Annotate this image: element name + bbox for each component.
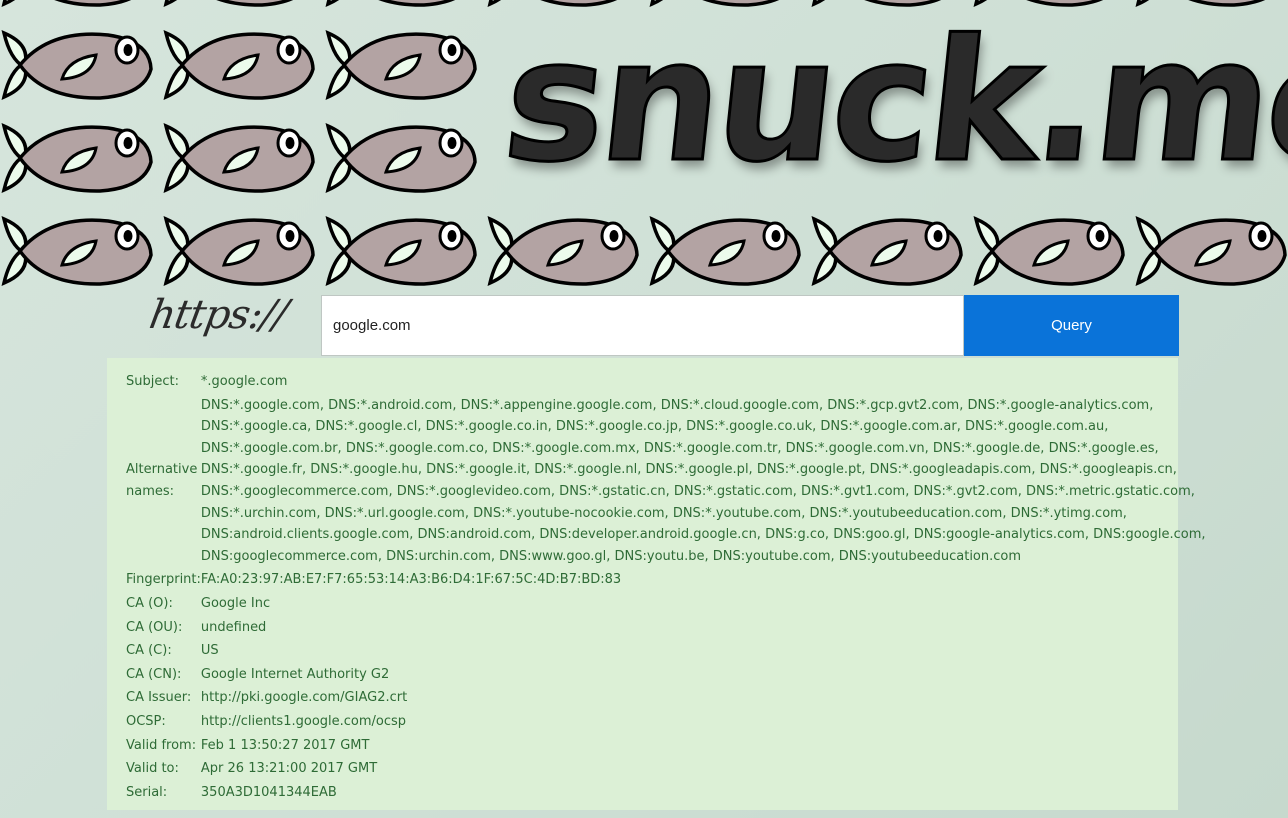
valid-to-value: Apr 26 13:21:00 2017 GMT: [200, 761, 378, 777]
valid-to-label: Valid to:: [126, 761, 179, 777]
alt-names-value: DNS:*.google.com, DNS:*.android.com, DNS…: [201, 394, 1206, 569]
ca-c-value: US: [200, 643, 219, 659]
fish-icon: [488, 217, 639, 286]
ocsp-label: OCSP:: [126, 713, 166, 729]
valid-to-row: Valid to: Apr 26 13:21:00 2017 GMT: [126, 757, 1206, 781]
fish-icon: [2, 217, 153, 286]
valid-from-label: Valid from:: [126, 737, 197, 753]
certificate-panel: Subject: *.google.com Alternative names:…: [107, 358, 1206, 810]
fish-icon: [2, 124, 153, 193]
alt-names-line: DNS:*.urchin.com, DNS:*.url.google.com, …: [200, 505, 1127, 521]
alt-names-label: Alternative names:: [126, 462, 198, 499]
fish-icon: [326, 124, 477, 193]
serial-label: Serial:: [126, 784, 168, 800]
valid-from-row: Valid from: Feb 1 13:50:27 2017 GMT: [126, 734, 1206, 758]
ca-issuer-row: CA Issuer: http://pki.google.com/GIAG2.c…: [126, 686, 1206, 710]
fish-icon: [164, 124, 315, 193]
ca-o-label: CA (O):: [126, 595, 173, 611]
fingerprint-label: Fingerprint:: [126, 572, 201, 588]
valid-from-value: Feb 1 13:50:27 2017 GMT: [200, 737, 370, 753]
fish-icon: [2, 31, 153, 100]
fish-icon: [974, 217, 1125, 286]
fish-icon: [1136, 217, 1287, 286]
alt-names-line: DNS:android.clients.google.com, DNS:andr…: [200, 527, 1206, 543]
fingerprint-row: Fingerprint: FA:A0:23:97:AB:E7:F7:65:53:…: [126, 568, 1206, 592]
fish-icon: [326, 0, 477, 7]
alt-names-line: DNS:*.google.fr, DNS:*.google.hu, DNS:*.…: [200, 462, 1177, 478]
protocol-label: https://: [145, 292, 291, 338]
certificate-table: Subject: *.google.com Alternative names:…: [126, 370, 1206, 804]
ca-issuer-value: http://pki.google.com/GIAG2.crt: [200, 690, 408, 706]
ca-ou-row: CA (OU): undefined: [126, 616, 1206, 640]
fish-banner: snuck.me: [0, 0, 1288, 292]
fish-icon: [812, 217, 963, 286]
query-button[interactable]: Query: [964, 295, 1179, 356]
ca-cn-label: CA (CN):: [126, 666, 182, 682]
fish-icon: [164, 217, 315, 286]
subject-row: Subject: *.google.com: [126, 370, 1206, 394]
ocsp-row: OCSP: http://clients1.google.com/ocsp: [126, 710, 1206, 734]
fish-icon: [326, 217, 477, 286]
fingerprint-value: FA:A0:23:97:AB:E7:F7:65:53:14:A3:B6:D4:1…: [200, 572, 622, 588]
ca-ou-label: CA (OU):: [126, 619, 183, 635]
fish-icon: [650, 217, 801, 286]
ca-o-value: Google Inc: [200, 595, 271, 611]
fish-icon: [326, 31, 477, 100]
fish-icon: [164, 31, 315, 100]
ca-ou-value: undefined: [200, 619, 267, 635]
ca-c-label: CA (C):: [126, 643, 172, 659]
serial-row: Serial: 350A3D1041344EAB: [126, 781, 1206, 805]
alt-names-row: Alternative names: DNS:*.google.com, DNS…: [126, 394, 1206, 569]
alt-names-line: DNS:*.google.com, DNS:*.android.com, DNS…: [200, 397, 1154, 413]
alt-names-line: DNS:*.google.ca, DNS:*.google.cl, DNS:*.…: [200, 419, 1109, 435]
serial-value: 350A3D1041344EAB: [200, 784, 337, 800]
ca-cn-value: Google Internet Authority G2: [200, 666, 390, 682]
subject-label: Subject:: [126, 374, 179, 389]
alt-names-line: DNS:*.google.com.br, DNS:*.google.com.co…: [200, 440, 1159, 456]
alt-names-line: DNS:googlecommerce.com, DNS:urchin.com, …: [200, 548, 1022, 564]
subject-value: *.google.com: [200, 374, 288, 389]
site-logo[interactable]: snuck.me: [494, 2, 1288, 201]
ca-o-row: CA (O): Google Inc: [126, 592, 1206, 616]
alt-names-line: DNS:*.googlecommerce.com, DNS:*.googlevi…: [200, 483, 1195, 499]
ca-issuer-label: CA Issuer:: [126, 690, 192, 706]
fish-icon: [2, 0, 153, 7]
ca-c-row: CA (C): US: [126, 639, 1206, 663]
domain-input[interactable]: [321, 295, 964, 356]
ca-cn-row: CA (CN): Google Internet Authority G2: [126, 663, 1206, 687]
fish-icon: [164, 0, 315, 7]
ocsp-value: http://clients1.google.com/ocsp: [200, 713, 407, 729]
